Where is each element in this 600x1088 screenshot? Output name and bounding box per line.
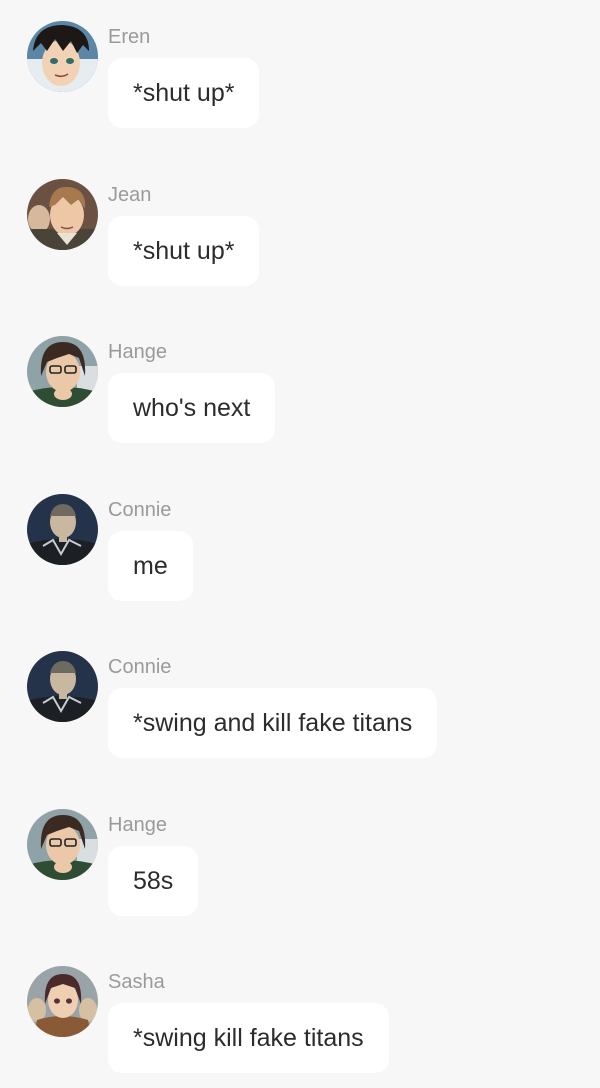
message-bubble[interactable]: *shut up* xyxy=(108,216,260,286)
sender-name: Eren xyxy=(108,26,151,48)
hange-avatar-icon[interactable] xyxy=(27,336,98,407)
chat-message: Jean *shut up* xyxy=(0,159,600,289)
chat-message: Hange 58s xyxy=(0,789,600,919)
connie-avatar-icon[interactable] xyxy=(27,494,98,565)
sasha-avatar-icon[interactable] xyxy=(27,966,98,1037)
message-bubble[interactable]: me xyxy=(108,531,193,601)
sender-name: Hange xyxy=(108,341,167,363)
sender-name: Hange xyxy=(108,814,167,836)
chat-message: Connie *swing and kill fake titans xyxy=(0,631,600,761)
sender-name: Sasha xyxy=(108,971,165,993)
connie-avatar-icon[interactable] xyxy=(27,651,98,722)
chat-message: Connie me xyxy=(0,474,600,604)
sender-name: Jean xyxy=(108,184,152,206)
chat-message: Sasha *swing kill fake titans xyxy=(0,946,600,1076)
message-bubble[interactable]: 58s xyxy=(108,846,199,916)
chat-message-list[interactable]: Eren *shut up* Jean *shut up* Hange who'… xyxy=(0,0,600,1088)
message-bubble[interactable]: who's next xyxy=(108,373,276,443)
sender-name: Connie xyxy=(108,656,172,678)
chat-message: Eren *shut up* xyxy=(0,1,600,131)
message-bubble[interactable]: *swing and kill fake titans xyxy=(108,688,438,758)
message-bubble[interactable]: *swing kill fake titans xyxy=(108,1003,389,1073)
chat-message: Hange who's next xyxy=(0,316,600,446)
eren-avatar-icon[interactable] xyxy=(27,21,98,92)
message-bubble[interactable]: *shut up* xyxy=(108,58,260,128)
hange-avatar-icon[interactable] xyxy=(27,809,98,880)
jean-avatar-icon[interactable] xyxy=(27,179,98,250)
sender-name: Connie xyxy=(108,499,172,521)
